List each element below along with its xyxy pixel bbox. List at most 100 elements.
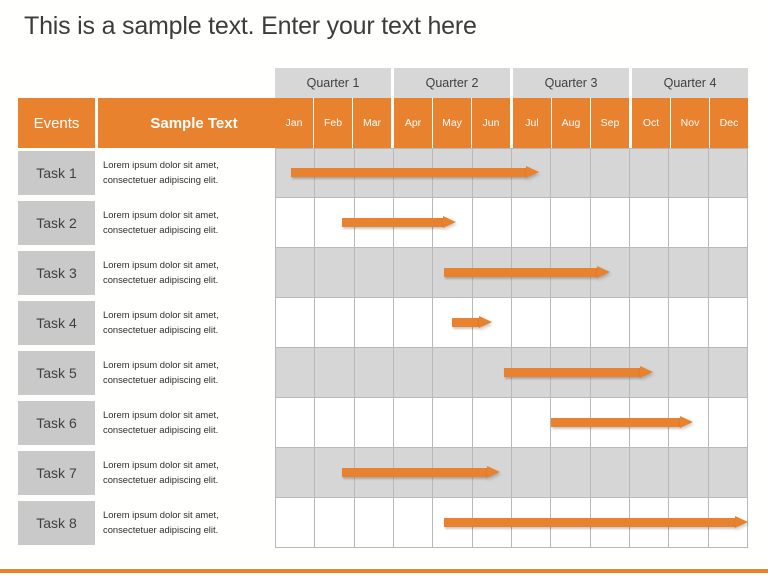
gantt-grid-cell[interactable] bbox=[275, 248, 316, 298]
gantt-grid-cell[interactable] bbox=[629, 298, 670, 348]
task-label[interactable]: Task 3 bbox=[18, 251, 95, 295]
quarter-header-cell: Quarter 2 bbox=[394, 68, 513, 98]
gantt-grid-cell[interactable] bbox=[590, 298, 630, 348]
gantt-grid-cell[interactable] bbox=[315, 298, 355, 348]
gantt-bar[interactable] bbox=[290, 166, 540, 179]
gantt-grid-cell[interactable] bbox=[590, 148, 630, 198]
gantt-bar-shaft bbox=[452, 318, 479, 327]
gantt-grid-cell[interactable] bbox=[708, 298, 748, 348]
gantt-grid-cell[interactable] bbox=[275, 348, 316, 398]
month-header-cell: Apr bbox=[394, 98, 433, 148]
task-label[interactable]: Task 8 bbox=[18, 501, 95, 545]
task-label[interactable]: Task 4 bbox=[18, 301, 95, 345]
gantt-grid-cell[interactable] bbox=[393, 298, 434, 348]
gantt-grid-cell[interactable] bbox=[354, 298, 394, 348]
gantt-bar[interactable] bbox=[444, 516, 748, 529]
gantt-grid-cell[interactable] bbox=[708, 248, 748, 298]
gantt-grid-cell[interactable] bbox=[669, 298, 709, 348]
gantt-grid-cell[interactable] bbox=[472, 398, 512, 448]
gantt-grid-cell[interactable] bbox=[393, 348, 434, 398]
gantt-grid-cell[interactable] bbox=[708, 148, 748, 198]
gantt-grid-cell[interactable] bbox=[315, 398, 355, 448]
gantt-grid-cell[interactable] bbox=[551, 298, 591, 348]
gantt-grid-cell[interactable] bbox=[433, 348, 473, 398]
gantt-grid-cell[interactable] bbox=[669, 198, 709, 248]
gantt-bar-shaft bbox=[290, 168, 527, 177]
gantt-grid-cell[interactable] bbox=[354, 248, 394, 298]
gantt-grid-cell[interactable] bbox=[354, 498, 394, 548]
gantt-grid-cell[interactable] bbox=[669, 148, 709, 198]
gantt-grid-cell[interactable] bbox=[275, 498, 316, 548]
gantt-grid-cell[interactable] bbox=[708, 398, 748, 448]
gantt-bar-shaft bbox=[342, 218, 444, 227]
task-label[interactable]: Task 2 bbox=[18, 201, 95, 245]
gantt-grid-cell[interactable] bbox=[629, 148, 670, 198]
task-label[interactable]: Task 1 bbox=[18, 151, 95, 195]
gantt-bar[interactable] bbox=[550, 416, 693, 429]
month-header-cell: Dec bbox=[710, 98, 748, 148]
gantt-grid-cell[interactable] bbox=[708, 448, 748, 498]
gantt-grid-cell[interactable] bbox=[629, 198, 670, 248]
gantt-grid-cell[interactable] bbox=[511, 448, 552, 498]
gantt-grid-cell[interactable] bbox=[708, 348, 748, 398]
gantt-bar-shaft bbox=[444, 518, 735, 527]
gantt-bar-shaft bbox=[503, 368, 641, 377]
gantt-bar-shaft bbox=[550, 418, 680, 427]
gantt-grid-cell[interactable] bbox=[393, 248, 434, 298]
gantt-grid-cell[interactable] bbox=[275, 298, 316, 348]
gantt-grid-cell[interactable] bbox=[275, 198, 316, 248]
gantt-bar[interactable] bbox=[503, 366, 654, 379]
gantt-grid-cell[interactable] bbox=[511, 398, 552, 448]
gantt-grid-cell[interactable] bbox=[629, 248, 670, 298]
gantt-grid-cell[interactable] bbox=[669, 448, 709, 498]
gantt-grid-cell[interactable] bbox=[393, 498, 434, 548]
gantt-grid-cell[interactable] bbox=[708, 198, 748, 248]
gantt-bar[interactable] bbox=[342, 466, 500, 479]
column-header-events: Events bbox=[18, 98, 95, 148]
gantt-grid-cell[interactable] bbox=[590, 448, 630, 498]
month-header-cell: Oct bbox=[632, 98, 671, 148]
gantt-bar-arrowhead-icon bbox=[486, 466, 500, 478]
table-row: Task 5 Lorem ipsum dolor sit amet, consec… bbox=[0, 348, 768, 398]
gantt-grid-cell[interactable] bbox=[433, 398, 473, 448]
gantt-grid-cell[interactable] bbox=[315, 498, 355, 548]
quarter-header-cell: Quarter 3 bbox=[513, 68, 632, 98]
gantt-bar-arrowhead-icon bbox=[526, 166, 540, 178]
gantt-grid-cell[interactable] bbox=[590, 198, 630, 248]
gantt-grid-cell[interactable] bbox=[472, 198, 512, 248]
table-row: Task 3 Lorem ipsum dolor sit amet, consec… bbox=[0, 248, 768, 298]
gantt-grid-cell[interactable] bbox=[393, 398, 434, 448]
gantt-grid-cell[interactable] bbox=[315, 348, 355, 398]
task-label[interactable]: Task 5 bbox=[18, 351, 95, 395]
gantt-bar[interactable] bbox=[342, 216, 457, 229]
gantt-grid-cell[interactable] bbox=[669, 348, 709, 398]
task-description: Lorem ipsum dolor sit amet, consectetuer… bbox=[103, 209, 219, 235]
gantt-grid-cell[interactable] bbox=[275, 398, 316, 448]
gantt-grid-cell[interactable] bbox=[511, 298, 552, 348]
table-row: Task 8 Lorem ipsum dolor sit amet, consec… bbox=[0, 498, 768, 548]
month-header-cell: May bbox=[433, 98, 472, 148]
gantt-grid-cell[interactable] bbox=[511, 198, 552, 248]
gantt-bar-arrowhead-icon bbox=[734, 516, 748, 528]
gantt-grid-cell[interactable] bbox=[551, 198, 591, 248]
gantt-grid-cell[interactable] bbox=[551, 448, 591, 498]
month-header-cell: Nov bbox=[671, 98, 710, 148]
gantt-grid-row bbox=[275, 298, 748, 348]
gantt-grid-cell[interactable] bbox=[629, 448, 670, 498]
task-description: Lorem ipsum dolor sit amet, consectetuer… bbox=[103, 159, 219, 185]
gantt-grid-cell[interactable] bbox=[669, 248, 709, 298]
task-label[interactable]: Task 6 bbox=[18, 401, 95, 445]
task-label[interactable]: Task 7 bbox=[18, 451, 95, 495]
gantt-grid-cell[interactable] bbox=[551, 148, 591, 198]
task-description: Lorem ipsum dolor sit amet, consectetuer… bbox=[103, 509, 219, 535]
gantt-grid-cell[interactable] bbox=[275, 448, 316, 498]
task-description: Lorem ipsum dolor sit amet, consectetuer… bbox=[103, 359, 219, 385]
gantt-grid-cell[interactable] bbox=[354, 348, 394, 398]
gantt-bar[interactable] bbox=[444, 266, 611, 279]
gantt-grid-cell[interactable] bbox=[315, 248, 355, 298]
gantt-bar[interactable] bbox=[452, 316, 492, 329]
bottom-accent-bar bbox=[0, 569, 768, 573]
gantt-bar-arrowhead-icon bbox=[443, 216, 457, 228]
month-header-cell: Feb bbox=[314, 98, 353, 148]
gantt-grid-cell[interactable] bbox=[354, 398, 394, 448]
